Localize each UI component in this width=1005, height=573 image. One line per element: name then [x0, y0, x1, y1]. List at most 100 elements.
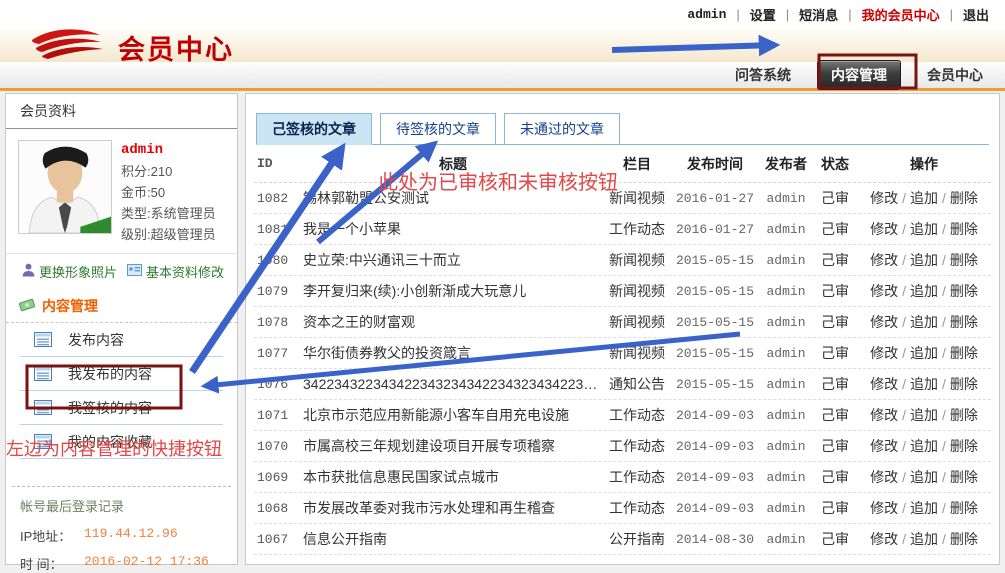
- append-link[interactable]: 追加: [910, 438, 938, 454]
- edit-profile-link[interactable]: 基本资料修改: [127, 262, 224, 281]
- cell-title[interactable]: 本市获批信息惠民国家试点城市: [303, 467, 603, 487]
- cell-id: 1067: [254, 532, 303, 547]
- cell-ops: 修改/追加/删除: [857, 436, 991, 456]
- cell-ops: 修改/追加/删除: [857, 188, 991, 208]
- cell-title[interactable]: 华尔街债券教父的投资箴言: [303, 343, 603, 363]
- cell-title[interactable]: 市发展改革委对我市污水处理和再生稽查: [303, 498, 603, 518]
- edit-link[interactable]: 修改: [870, 469, 898, 485]
- cell-status: 己审: [813, 529, 857, 549]
- delete-link[interactable]: 删除: [950, 376, 978, 392]
- cell-ops: 修改/追加/删除: [857, 250, 991, 270]
- cell-title[interactable]: 市属高校三年规划建设项目开展专项稽察: [303, 436, 603, 456]
- avatar: [18, 140, 112, 234]
- cell-author: admin: [759, 532, 813, 547]
- cell-author: admin: [759, 315, 813, 330]
- edit-link[interactable]: 修改: [870, 221, 898, 237]
- delete-link[interactable]: 删除: [950, 407, 978, 423]
- topbar-link[interactable]: 我的会员中心: [838, 5, 939, 24]
- money-icon: [18, 298, 36, 315]
- cell-author: admin: [759, 439, 813, 454]
- time-label: 时 间：: [20, 554, 84, 573]
- append-link[interactable]: 追加: [910, 469, 938, 485]
- cell-id: 1077: [254, 346, 303, 361]
- sidebar-menu-item[interactable]: 我的内容收藏: [20, 425, 223, 459]
- nav-tab[interactable]: 会员中心: [927, 65, 983, 85]
- delete-link[interactable]: 删除: [950, 500, 978, 516]
- delete-link[interactable]: 删除: [950, 345, 978, 361]
- delete-link[interactable]: 删除: [950, 314, 978, 330]
- edit-link[interactable]: 修改: [870, 531, 898, 547]
- article-tab[interactable]: 未通过的文章: [504, 113, 620, 145]
- cell-title[interactable]: 3422343223434223432343422343234342234323…: [303, 376, 603, 392]
- cell-author: admin: [759, 253, 813, 268]
- edit-link[interactable]: 修改: [870, 345, 898, 361]
- table-row: 1069 本市获批信息惠民国家试点城市 工作动态 2014-09-03 admi…: [254, 462, 991, 493]
- edit-link[interactable]: 修改: [870, 190, 898, 206]
- edit-link[interactable]: 修改: [870, 283, 898, 299]
- edit-link[interactable]: 修改: [870, 376, 898, 392]
- sidebar: 会员资料 admin 积分:210金币:50类型:系统管理员级别:超级管理员: [5, 93, 238, 565]
- append-link[interactable]: 追加: [910, 221, 938, 237]
- cell-title[interactable]: 我是一个小苹果: [303, 219, 603, 239]
- cell-id: 1081: [254, 222, 303, 237]
- delete-link[interactable]: 删除: [950, 531, 978, 547]
- table-row: 1077 华尔街债券教父的投资箴言 新闻视频 2015-05-15 admin …: [254, 338, 991, 369]
- table-row: 1082 锡林郭勒盟公安测试 新闻视频 2016-01-27 admin 己审 …: [254, 183, 991, 214]
- cell-ops: 修改/追加/删除: [857, 374, 991, 394]
- cell-title[interactable]: 资本之王的财富观: [303, 312, 603, 332]
- cell-ops: 修改/追加/删除: [857, 219, 991, 239]
- append-link[interactable]: 追加: [910, 283, 938, 299]
- cell-author: admin: [759, 222, 813, 237]
- topbar-link[interactable]: 退出: [940, 5, 989, 24]
- cell-ops: 修改/追加/删除: [857, 343, 991, 363]
- edit-link[interactable]: 修改: [870, 407, 898, 423]
- edit-link[interactable]: 修改: [870, 438, 898, 454]
- profile-card: admin 积分:210金币:50类型:系统管理员级别:超级管理员: [6, 129, 237, 254]
- nav-bar: 问答系统 内容管理 会员中心: [0, 62, 1005, 91]
- delete-link[interactable]: 删除: [950, 252, 978, 268]
- delete-link[interactable]: 删除: [950, 469, 978, 485]
- topbar-link[interactable]: 短消息: [776, 5, 838, 24]
- cell-status: 己审: [813, 281, 857, 301]
- delete-link[interactable]: 删除: [950, 438, 978, 454]
- topbar-link[interactable]: admin: [687, 7, 726, 22]
- delete-link[interactable]: 删除: [950, 190, 978, 206]
- change-photo-link[interactable]: 更换形象照片: [22, 262, 117, 281]
- append-link[interactable]: 追加: [910, 407, 938, 423]
- append-link[interactable]: 追加: [910, 500, 938, 516]
- sidebar-menu-item[interactable]: 我签核的内容: [20, 391, 223, 425]
- top-user-bar: admin 设置 短消息 我的会员中心 退出: [0, 0, 1005, 28]
- main-panel: 己签核的文章 待签核的文章 未通过的文章 ID 标题 栏目 发布时间 发布者 状…: [245, 93, 1000, 565]
- edit-link[interactable]: 修改: [870, 500, 898, 516]
- edit-link[interactable]: 修改: [870, 314, 898, 330]
- cell-title[interactable]: 北京市示范应用新能源小客车自用充电设施: [303, 405, 603, 425]
- article-tab[interactable]: 待签核的文章: [380, 113, 496, 145]
- cell-category: 新闻视频: [603, 343, 671, 363]
- sidebar-menu-item[interactable]: 发布内容: [20, 323, 223, 357]
- article-tab[interactable]: 己签核的文章: [256, 113, 372, 145]
- append-link[interactable]: 追加: [910, 376, 938, 392]
- cell-title[interactable]: 史立荣:中兴通讯三十而立: [303, 250, 603, 270]
- cell-status: 己审: [813, 312, 857, 332]
- append-link[interactable]: 追加: [910, 345, 938, 361]
- cell-title[interactable]: 李开复归来(续):小创新渐成大玩意儿: [303, 281, 603, 301]
- login-record-title: 帐号最后登录记录: [6, 487, 237, 517]
- append-link[interactable]: 追加: [910, 252, 938, 268]
- delete-link[interactable]: 删除: [950, 283, 978, 299]
- cell-title[interactable]: 锡林郭勒盟公安测试: [303, 188, 603, 208]
- append-link[interactable]: 追加: [910, 531, 938, 547]
- cell-title[interactable]: 信息公开指南: [303, 529, 603, 549]
- cell-status: 己审: [813, 343, 857, 363]
- topbar-link[interactable]: 设置: [726, 5, 775, 24]
- nav-tab[interactable]: 内容管理: [817, 60, 901, 90]
- col-header-ops: 操作: [857, 154, 991, 174]
- table-row: 1067 信息公开指南 公开指南 2014-08-30 admin 己审 修改/…: [254, 524, 991, 555]
- append-link[interactable]: 追加: [910, 190, 938, 206]
- append-link[interactable]: 追加: [910, 314, 938, 330]
- idcard-icon: [127, 264, 142, 279]
- sidebar-menu-item[interactable]: 我发布的内容: [20, 357, 223, 391]
- nav-tab[interactable]: 问答系统: [735, 65, 791, 85]
- delete-link[interactable]: 删除: [950, 221, 978, 237]
- col-header-date: 发布时间: [671, 154, 759, 174]
- edit-link[interactable]: 修改: [870, 252, 898, 268]
